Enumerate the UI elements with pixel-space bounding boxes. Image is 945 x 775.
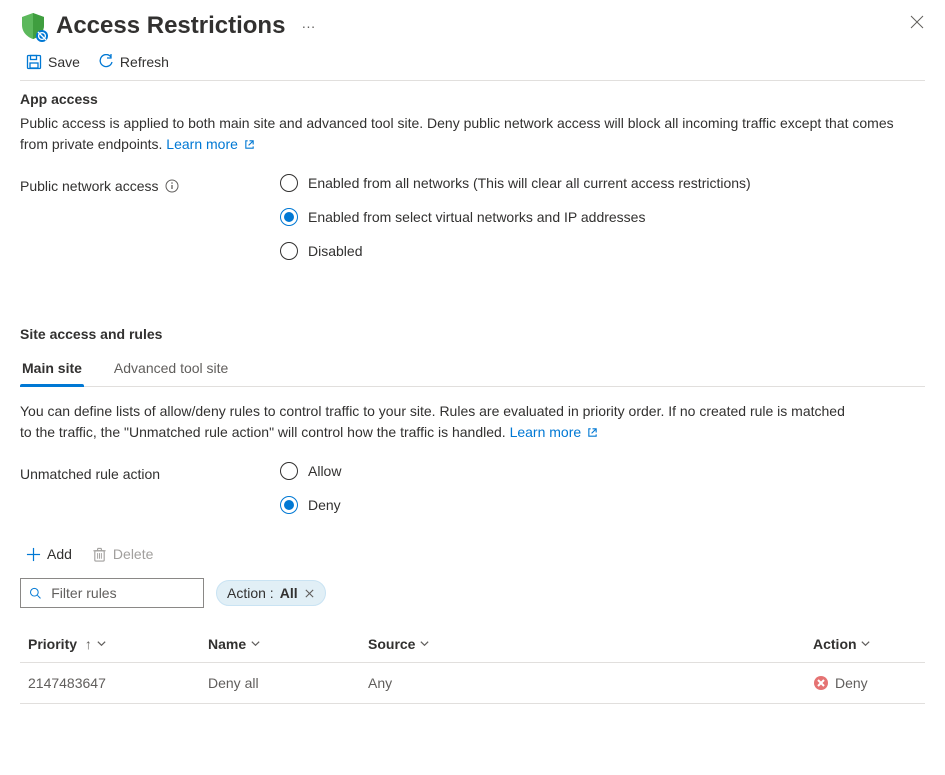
col-name[interactable]: Name <box>200 626 360 663</box>
learn-more-link-rules[interactable]: Learn more <box>510 424 598 440</box>
unmatched-rule-action-label: Unmatched rule action <box>20 462 280 482</box>
add-button[interactable]: Add <box>26 546 72 562</box>
radio-enabled-select[interactable]: Enabled from select virtual networks and… <box>280 208 751 226</box>
shield-icon <box>20 12 46 40</box>
site-rules-description: You can define lists of allow/deny rules… <box>20 401 850 444</box>
info-icon[interactable] <box>165 179 179 193</box>
search-icon <box>29 586 41 600</box>
chevron-down-icon <box>250 638 261 649</box>
col-source[interactable]: Source <box>360 626 805 663</box>
radio-allow[interactable]: Allow <box>280 462 341 480</box>
unmatched-rule-action-field: Unmatched rule action Allow Deny <box>20 462 925 514</box>
filter-input[interactable] <box>49 584 195 602</box>
external-link-icon <box>244 135 255 156</box>
filter-row: Action : All <box>20 578 925 608</box>
table-header-row: Priority ↑ Name Source Action <box>20 626 925 663</box>
public-network-access-field: Public network access Enabled from all n… <box>20 174 925 260</box>
save-label: Save <box>48 54 80 70</box>
chevron-down-icon <box>96 638 107 649</box>
cell-priority: 2147483647 <box>20 663 200 704</box>
command-bar: Save Refresh <box>20 48 925 81</box>
site-rules-title: Site access and rules <box>20 326 925 342</box>
close-button[interactable] <box>909 14 925 33</box>
filter-search-box[interactable] <box>20 578 204 608</box>
deny-icon <box>813 675 829 691</box>
radio-enabled-all[interactable]: Enabled from all networks (This will cle… <box>280 174 751 192</box>
app-access-title: App access <box>20 91 925 107</box>
app-access-description: Public access is applied to both main si… <box>20 113 925 156</box>
chevron-down-icon <box>860 638 871 649</box>
app-access-section: App access Public access is applied to b… <box>20 91 925 260</box>
site-tabs: Main site Advanced tool site <box>20 354 925 387</box>
chevron-down-icon <box>419 638 430 649</box>
refresh-button[interactable]: Refresh <box>98 54 169 70</box>
radio-deny[interactable]: Deny <box>280 496 341 514</box>
page-title: Access Restrictions <box>56 12 285 40</box>
refresh-icon <box>98 54 114 70</box>
rules-table: Priority ↑ Name Source Action <box>20 626 925 704</box>
save-button[interactable]: Save <box>26 54 80 70</box>
rules-toolbar: Add Delete <box>20 546 925 572</box>
col-action[interactable]: Action <box>805 626 925 663</box>
save-icon <box>26 54 42 70</box>
table-row[interactable]: 2147483647 Deny all Any Deny <box>20 663 925 704</box>
radio-disabled[interactable]: Disabled <box>280 242 751 260</box>
external-link-icon <box>587 423 598 444</box>
more-menu[interactable]: ··· <box>295 18 321 34</box>
action-filter-chip[interactable]: Action : All <box>216 580 326 606</box>
cell-action: Deny <box>805 663 925 704</box>
tab-advanced-tool-site[interactable]: Advanced tool site <box>112 354 230 386</box>
unmatched-rule-options: Allow Deny <box>280 462 341 514</box>
site-rules-section: Site access and rules Main site Advanced… <box>20 326 925 704</box>
sort-asc-icon: ↑ <box>85 636 92 652</box>
refresh-label: Refresh <box>120 54 169 70</box>
col-priority[interactable]: Priority ↑ <box>20 626 200 663</box>
public-network-access-options: Enabled from all networks (This will cle… <box>280 174 751 260</box>
close-icon <box>909 14 925 30</box>
cell-name: Deny all <box>200 663 360 704</box>
chip-clear-icon[interactable] <box>304 588 315 599</box>
tab-main-site[interactable]: Main site <box>20 354 84 386</box>
delete-button: Delete <box>92 546 153 562</box>
learn-more-link[interactable]: Learn more <box>166 136 254 152</box>
plus-icon <box>26 547 41 562</box>
cell-source: Any <box>360 663 805 704</box>
public-network-access-label: Public network access <box>20 174 280 194</box>
trash-icon <box>92 547 107 562</box>
page-header: Access Restrictions ··· <box>20 8 925 48</box>
